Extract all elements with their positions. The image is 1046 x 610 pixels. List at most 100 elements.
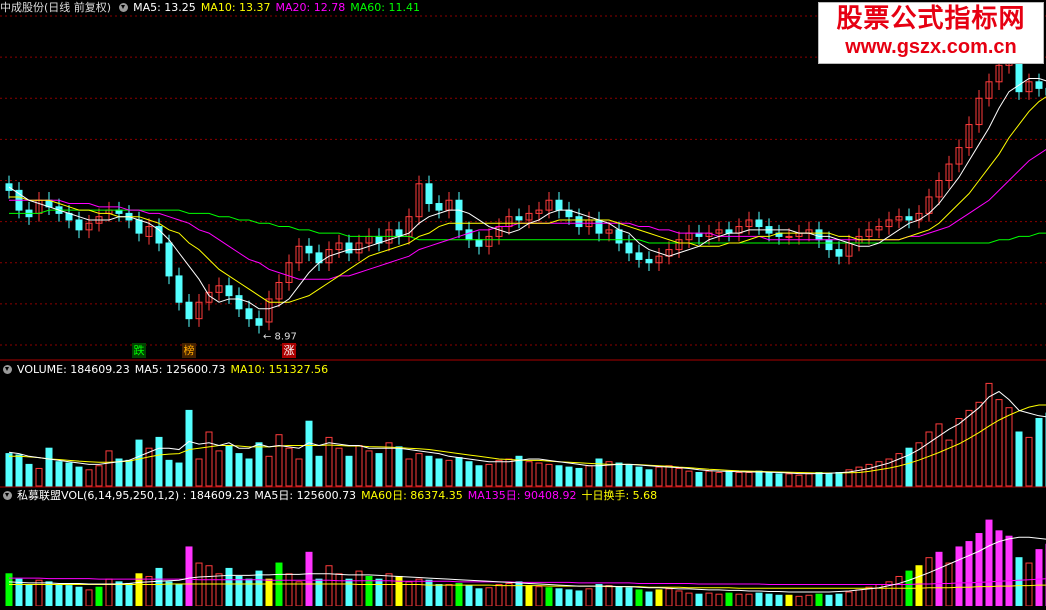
volume-bar: [745, 472, 753, 487]
volume-bar: [925, 431, 933, 487]
indicator-bar: [755, 592, 763, 607]
indicator-bar: [295, 581, 303, 607]
indicator-bar: [785, 594, 793, 607]
indicator-bar: [865, 586, 873, 607]
volume-bar: [75, 466, 83, 487]
volume-bar: [155, 436, 163, 487]
kline-chart: ← 8.97: [0, 15, 1046, 607]
volume-bar: [265, 455, 273, 487]
indicator-header: 私募联盟VOL(6,14,95,250,1,2) : 184609.23 MA5日…: [0, 488, 667, 504]
volume-label-2: MA10: 151327.56: [230, 363, 329, 376]
volume-bar: [245, 458, 253, 487]
indicator-bar: [525, 585, 533, 607]
candle: [635, 252, 643, 260]
dropdown-icon[interactable]: [3, 491, 12, 500]
volume-bar: [55, 461, 63, 487]
candle: [455, 199, 463, 231]
volume-bar: [35, 467, 43, 487]
volume-bar: [525, 461, 533, 487]
indicator-bar: [115, 581, 123, 607]
indicator-bar: [235, 575, 243, 607]
volume-bar: [285, 447, 293, 487]
event-tag[interactable]: 涨: [282, 343, 296, 358]
indicator-bar: [665, 588, 673, 607]
indicator-bar: [455, 582, 463, 607]
indicator-bar: [25, 584, 33, 607]
indicator-bar: [45, 581, 53, 607]
dropdown-icon[interactable]: [119, 3, 129, 12]
indicator-label-2: MA60日: 86374.35: [361, 489, 463, 502]
stock-title[interactable]: 中成股份(日线 前复权): [0, 1, 111, 14]
indicator-bar: [725, 592, 733, 607]
indicator-bar: [205, 565, 213, 607]
indicator-bar: [245, 578, 253, 607]
candle: [345, 242, 353, 254]
candle: [185, 301, 193, 320]
indicator-bar: [705, 592, 713, 607]
indicator-bar: [215, 573, 223, 607]
candle: [645, 258, 653, 264]
indicator-bar: [975, 533, 983, 607]
dropdown-icon[interactable]: [3, 365, 12, 374]
indicator-bar: [645, 591, 653, 607]
indicator-bar: [335, 573, 343, 607]
volume-bar: [195, 458, 203, 487]
indicator-bar: [825, 594, 833, 607]
volume-bar: [355, 445, 363, 487]
indicator-bar: [135, 573, 143, 607]
candle: [785, 235, 793, 238]
indicator-bar: [675, 590, 683, 607]
indicator-label-4: 十日换手: 5.68: [581, 489, 658, 502]
volume-bar: [275, 434, 283, 487]
indicator-bar: [495, 584, 503, 607]
indicator-bar: [435, 584, 443, 607]
event-tag[interactable]: 榜: [182, 343, 196, 358]
indicator-bar: [425, 579, 433, 607]
indicator-bar: [255, 570, 263, 607]
indicator-bar: [95, 586, 103, 607]
indicator-bar: [1005, 535, 1013, 607]
indicator-bar: [615, 586, 623, 607]
volume-bar: [365, 450, 373, 487]
volume-bar: [795, 474, 803, 487]
main-header: 中成股份(日线 前复权) MA5: 13.25 MA10: 13.37 MA20: 1…: [0, 0, 430, 16]
indicator-bar: [1015, 557, 1023, 607]
indicator-bar: [895, 575, 903, 607]
volume-bar: [965, 409, 973, 487]
ma-label-0: MA5: 13.25: [133, 1, 196, 14]
indicator-bar: [715, 593, 723, 607]
indicator-bar: [375, 578, 383, 607]
volume-bar: [335, 447, 343, 487]
volume-bar: [415, 453, 423, 487]
indicator-bar: [445, 584, 453, 607]
volume-bar: [765, 472, 773, 487]
indicator-bar: [775, 594, 783, 607]
volume-bar: [565, 466, 573, 487]
indicator-bar: [65, 585, 73, 607]
volume-bar: [105, 450, 113, 487]
indicator-bar: [805, 594, 813, 607]
indicator-bar: [265, 578, 273, 607]
indicator-bar: [55, 584, 63, 607]
indicator-bar: [405, 581, 413, 607]
volume-label-0: VOLUME: 184609.23: [17, 363, 130, 376]
volume-bar: [175, 462, 183, 487]
candle: [815, 229, 823, 241]
volume-bar: [595, 458, 603, 487]
candle: [245, 308, 253, 320]
candle: [755, 219, 763, 228]
candle: [305, 245, 313, 254]
candle: [515, 216, 523, 221]
candle: [465, 229, 473, 241]
indicator-bar: [625, 587, 633, 607]
volume-bar: [435, 458, 443, 487]
volume-bar: [655, 466, 663, 487]
volume-bar: [625, 463, 633, 487]
event-tag[interactable]: 跌: [132, 343, 146, 358]
indicator-bar: [945, 562, 953, 607]
volume-bar: [345, 455, 353, 487]
candle: [255, 318, 263, 326]
volume-bar: [535, 462, 543, 487]
volume-bar: [585, 465, 593, 487]
volume-bar: [1005, 407, 1013, 487]
